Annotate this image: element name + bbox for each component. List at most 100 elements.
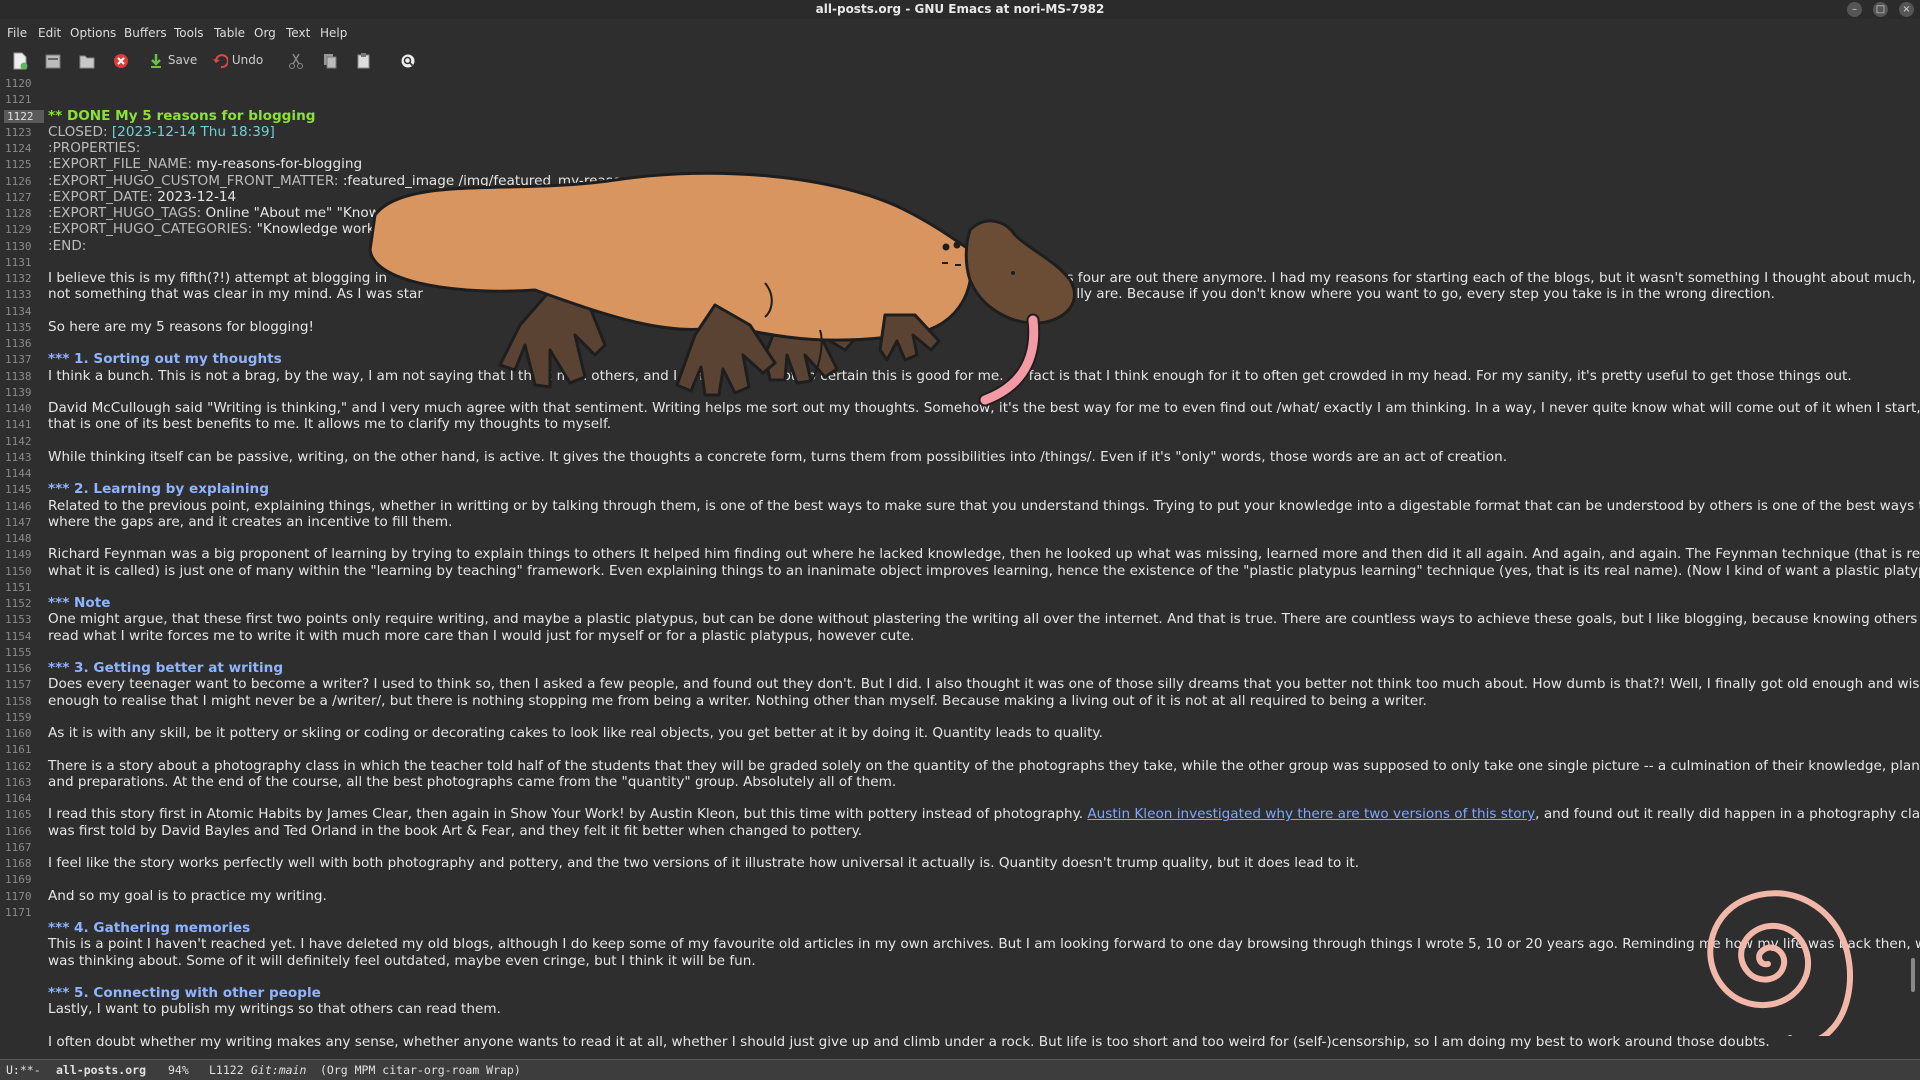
buffer-line: *** 2. Learning by explaining xyxy=(48,481,269,497)
line-number: 1171 xyxy=(5,905,32,919)
line-number: 1127 xyxy=(5,190,32,204)
modeline-state: U:**- xyxy=(6,1063,41,1077)
buffer-line: CLOSED: [2023-12-14 Thu 18:39] xyxy=(48,124,275,140)
org-link[interactable]: Austin Kleon investigated why there are … xyxy=(1087,806,1535,822)
buffer-line: So here are my 5 reasons for blogging! xyxy=(48,319,314,335)
buffer-line: Richard Feynman was a big proponent of l… xyxy=(48,546,1920,562)
line-number: 1131 xyxy=(5,255,32,269)
save-button[interactable]: Save xyxy=(148,50,197,70)
undo-button[interactable]: Undo xyxy=(212,50,263,70)
org-heading[interactable]: *** Note xyxy=(48,595,111,611)
buffer-text: :EXPORT_HUGO_CUSTOM_FRONT_MATTER: xyxy=(48,172,343,189)
search-icon[interactable] xyxy=(400,50,416,70)
menu-buffers[interactable]: Buffers xyxy=(124,26,167,40)
buffer-line: that is one of its best benefits to me. … xyxy=(48,416,611,432)
menu-edit[interactable]: Edit xyxy=(38,26,61,40)
org-heading[interactable]: ** DONE My 5 reasons for blogging xyxy=(48,108,315,124)
buffer-text: While thinking itself can be passive, wr… xyxy=(48,448,1508,465)
org-heading[interactable]: *** 5. Connecting with other people xyxy=(48,985,321,1001)
paste-icon[interactable] xyxy=(356,50,372,70)
buffer-text: So here are my 5 reasons for blogging! xyxy=(48,318,314,335)
line-number: 1128 xyxy=(5,207,32,220)
org-heading[interactable]: *** 4. Gathering memories xyxy=(48,920,250,936)
buffer-line: ** DONE My 5 reasons for blogging xyxy=(48,108,315,124)
buffer-text: I feel like the story works perfectly we… xyxy=(48,855,1360,871)
line-number: 1143 xyxy=(5,450,32,464)
cut-icon[interactable] xyxy=(288,50,304,70)
folder-icon[interactable] xyxy=(79,50,95,70)
org-heading[interactable]: *** 3. Getting better at writing xyxy=(48,660,283,676)
buffer-line: While thinking itself can be passive, wr… xyxy=(48,449,1507,465)
vertical-scrollbar[interactable] xyxy=(1904,74,1910,1059)
modeline-vc: Git:main xyxy=(251,1063,307,1077)
line-number: 1136 xyxy=(5,337,32,350)
buffer-text: ally are. Because if you don't know wher… xyxy=(1068,286,1775,303)
modeline-percent: 94% xyxy=(168,1063,189,1077)
close-buffer-icon[interactable] xyxy=(113,50,129,70)
menu-help[interactable]: Help xyxy=(320,26,347,40)
buffer-line: I often doubt whether my writing makes a… xyxy=(48,1034,1770,1050)
buffer-line: *** 5. Connecting with other people xyxy=(48,985,321,1001)
line-number: 1146 xyxy=(5,499,32,513)
close-window-icon[interactable]: × xyxy=(1899,2,1914,17)
menu-file[interactable]: File xyxy=(7,26,27,40)
menu-tools[interactable]: Tools xyxy=(174,26,204,40)
buffer-text: was first told by David Bayles and Ted O… xyxy=(48,822,863,839)
menu-table[interactable]: Table xyxy=(214,26,245,40)
line-number: 1159 xyxy=(5,710,32,724)
mode-line: U:**- all-posts.org 94% L1122 Git:main (… xyxy=(0,1059,1920,1080)
buffer-line: *** 1. Sorting out my thoughts xyxy=(48,351,282,367)
buffer-line: I believe this is my fifth(?!) attempt a… xyxy=(48,270,387,286)
buffer-line: And so my goal is to practice my writing… xyxy=(48,888,327,904)
buffer-line: There is a story about a photography cla… xyxy=(48,758,1920,774)
line-number: 1166 xyxy=(5,824,32,838)
platypus-illustration xyxy=(368,171,1076,407)
buffer-text: There is a story about a photography cla… xyxy=(48,757,1920,774)
undo-icon xyxy=(213,53,228,68)
line-number: 1162 xyxy=(5,759,32,773)
menu-text[interactable]: Text xyxy=(286,26,310,40)
buffer-text: I believe this is my fifth(?!) attempt a… xyxy=(48,270,388,286)
buffer-text: I often doubt whether my writing makes a… xyxy=(48,1033,1770,1050)
buffer-text: :EXPORT_HUGO_TAGS: xyxy=(48,205,206,221)
buffer-text: I read this story first in Atomic Habits… xyxy=(48,806,1088,823)
buffer-text: :EXPORT_HUGO_CATEGORIES: xyxy=(48,221,257,238)
modeline-buffer-name[interactable]: all-posts.org xyxy=(56,1060,146,1080)
modeline-modes[interactable]: (Org MPM citar-org-roam Wrap) xyxy=(320,1060,521,1080)
copy-icon[interactable] xyxy=(322,50,338,70)
maximize-icon[interactable]: □ xyxy=(1873,2,1888,17)
menu-bar: File Edit Options Buffers Tools Table Or… xyxy=(0,24,1920,44)
line-number: 1170 xyxy=(5,889,32,903)
buffer-text: that is one of its best benefits to me. … xyxy=(48,416,612,433)
buffer-line: where the gaps are, and it creates an in… xyxy=(48,514,452,530)
new-file-icon[interactable] xyxy=(12,50,28,70)
line-number: 1160 xyxy=(5,727,32,740)
org-heading[interactable]: *** 1. Sorting out my thoughts xyxy=(48,351,282,367)
buffer-text: :EXPORT_FILE_NAME: xyxy=(48,156,197,173)
line-number: 1126 xyxy=(5,174,32,188)
buffer-line: what it is called) is just one of many w… xyxy=(48,563,1920,579)
buffer-text: my-reasons-for-blogging xyxy=(196,156,363,173)
menu-options[interactable]: Options xyxy=(70,26,116,40)
line-number: 1139 xyxy=(5,385,32,399)
buffer-text: :PROPERTIES: xyxy=(48,140,141,156)
scrollbar-thumb[interactable] xyxy=(1911,958,1915,992)
buffer-text: This is a point I haven't reached yet. I… xyxy=(48,936,1920,953)
org-heading[interactable]: *** 2. Learning by explaining xyxy=(48,481,269,497)
minimize-icon[interactable]: – xyxy=(1847,2,1862,17)
line-number: 1148 xyxy=(5,532,32,545)
buffer-line: enough to realise that I might never be … xyxy=(48,693,1427,709)
buffer-line: :END: xyxy=(48,238,86,254)
line-number: 1141 xyxy=(5,418,32,432)
buffer-line: I feel like the story works perfectly we… xyxy=(48,855,1359,871)
menu-org[interactable]: Org xyxy=(254,26,276,40)
buffer-text: "Knowledge work" xyxy=(256,221,382,238)
buffer-text: And so my goal is to practice my writing… xyxy=(48,887,327,904)
line-number: 1151 xyxy=(5,580,32,594)
line-number: 1121 xyxy=(5,93,32,107)
buffer-line: *** 4. Gathering memories xyxy=(48,920,250,936)
line-number: 1120 xyxy=(5,77,32,90)
line-number: 1149 xyxy=(5,548,32,562)
buffer-line: :EXPORT_FILE_NAME: my-reasons-for-bloggi… xyxy=(48,156,362,172)
open-file-icon[interactable] xyxy=(45,50,61,70)
